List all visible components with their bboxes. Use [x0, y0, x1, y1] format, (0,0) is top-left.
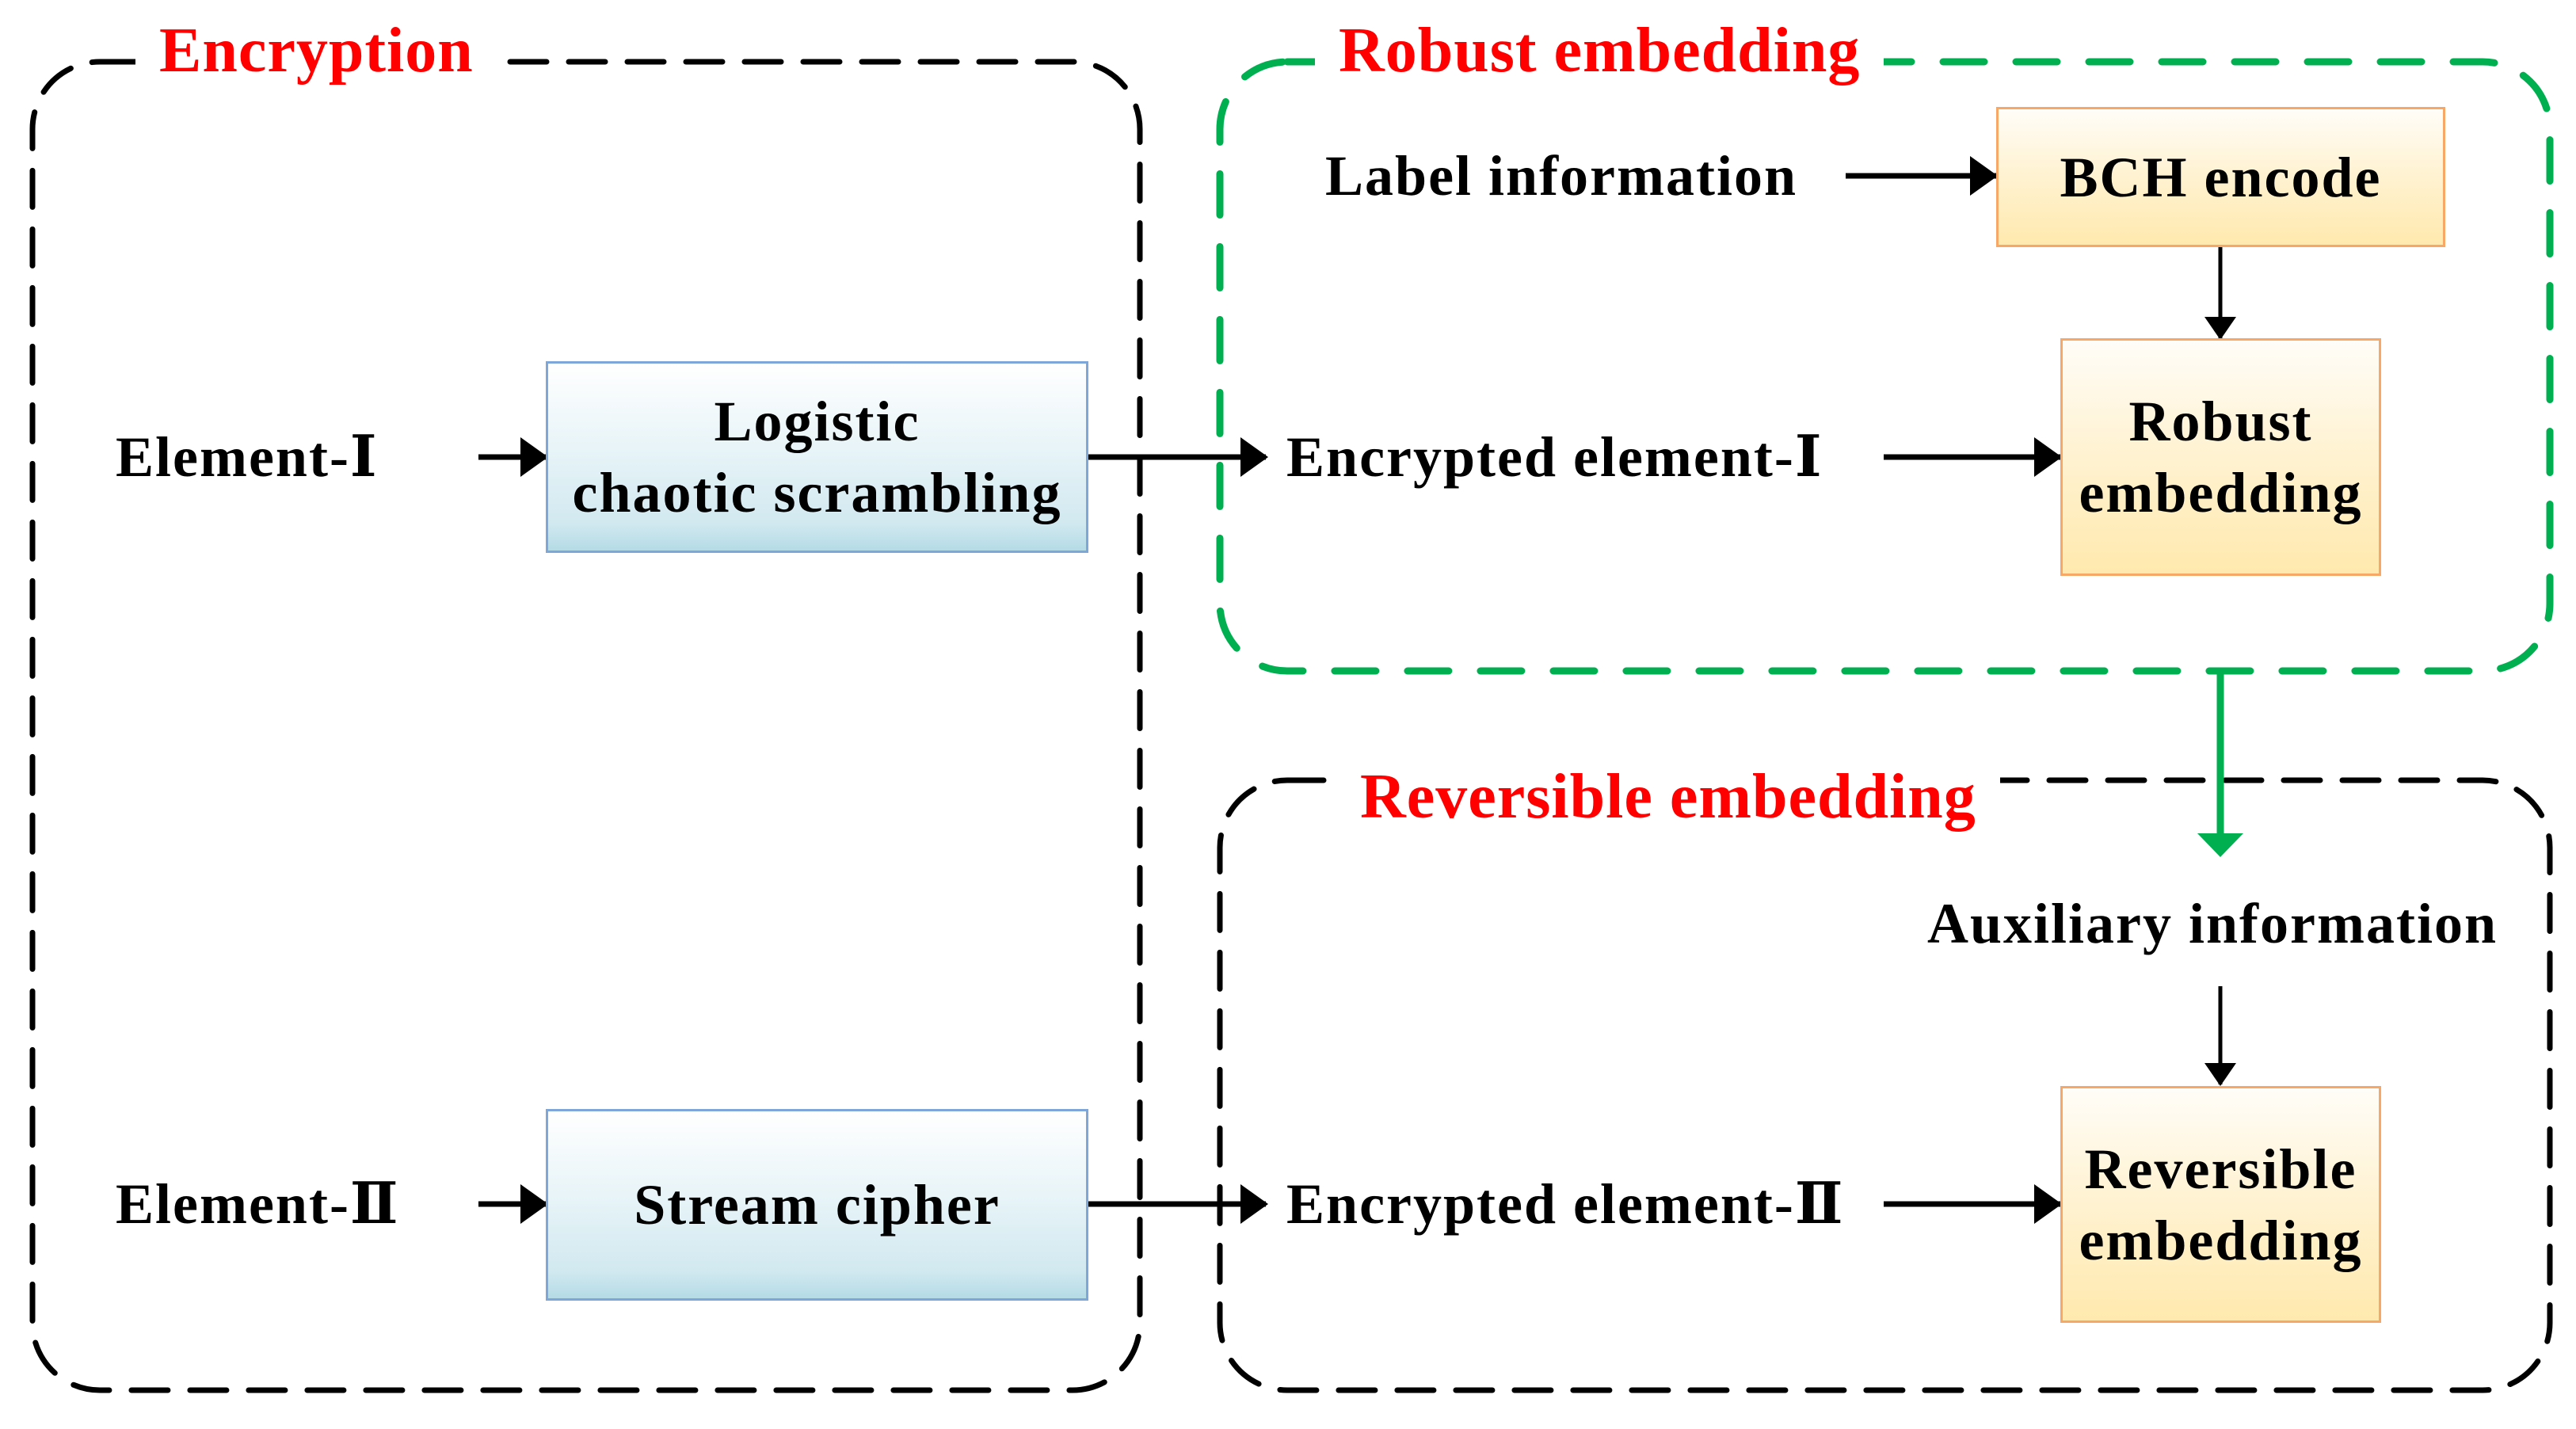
- arrowhead-icon: [520, 437, 548, 477]
- logistic-chaotic-scrambling-box: Logistic chaotic scrambling: [546, 361, 1088, 553]
- reversible-embedding-box: Reversible embedding: [2060, 1086, 2381, 1323]
- label-information-label: Label information: [1325, 144, 1798, 208]
- bch-encode-text: BCH encode: [2060, 145, 2382, 209]
- arrowhead-icon: [1240, 437, 1268, 477]
- logistic-box-line1: Logistic: [714, 390, 920, 453]
- arrowhead-icon: [1240, 1184, 1268, 1224]
- encryption-group-title: Encryption: [135, 19, 497, 82]
- arrowhead-icon: [2034, 437, 2062, 477]
- robust-embedding-box: Robust embedding: [2060, 338, 2381, 576]
- stream-cipher-box: Stream cipher: [546, 1109, 1088, 1301]
- robust-box-line1: Robust: [2128, 390, 2313, 453]
- robust-box-line2: embedding: [2079, 461, 2363, 524]
- arrowhead-icon: [2204, 317, 2236, 340]
- bch-encode-box: BCH encode: [1996, 107, 2445, 247]
- stream-cipher-text: Stream cipher: [634, 1173, 1000, 1237]
- arrowhead-icon: [2204, 1063, 2236, 1086]
- arrowhead-icon: [1970, 156, 1998, 196]
- arrowhead-icon: [2034, 1184, 2062, 1224]
- encrypted-element-2-label: Encrypted element-Ⅱ: [1286, 1172, 1845, 1236]
- reversible-box-line1: Reversible: [2084, 1137, 2357, 1201]
- logistic-box-line2: chaotic scrambling: [572, 461, 1062, 524]
- element-1-label: Element-Ⅰ: [116, 425, 379, 489]
- auxiliary-information-label: Auxiliary information: [1927, 892, 2498, 955]
- robust-group-title: Robust embedding: [1315, 19, 1884, 82]
- encrypted-element-1-label: Encrypted element-Ⅰ: [1286, 425, 1823, 489]
- reversible-group-title: Reversible embedding: [1336, 765, 2000, 829]
- element-2-label: Element-Ⅱ: [116, 1172, 400, 1236]
- arrowhead-icon: [520, 1184, 548, 1224]
- green-arrowhead-icon: [2197, 833, 2243, 857]
- reversible-box-line2: embedding: [2079, 1208, 2363, 1272]
